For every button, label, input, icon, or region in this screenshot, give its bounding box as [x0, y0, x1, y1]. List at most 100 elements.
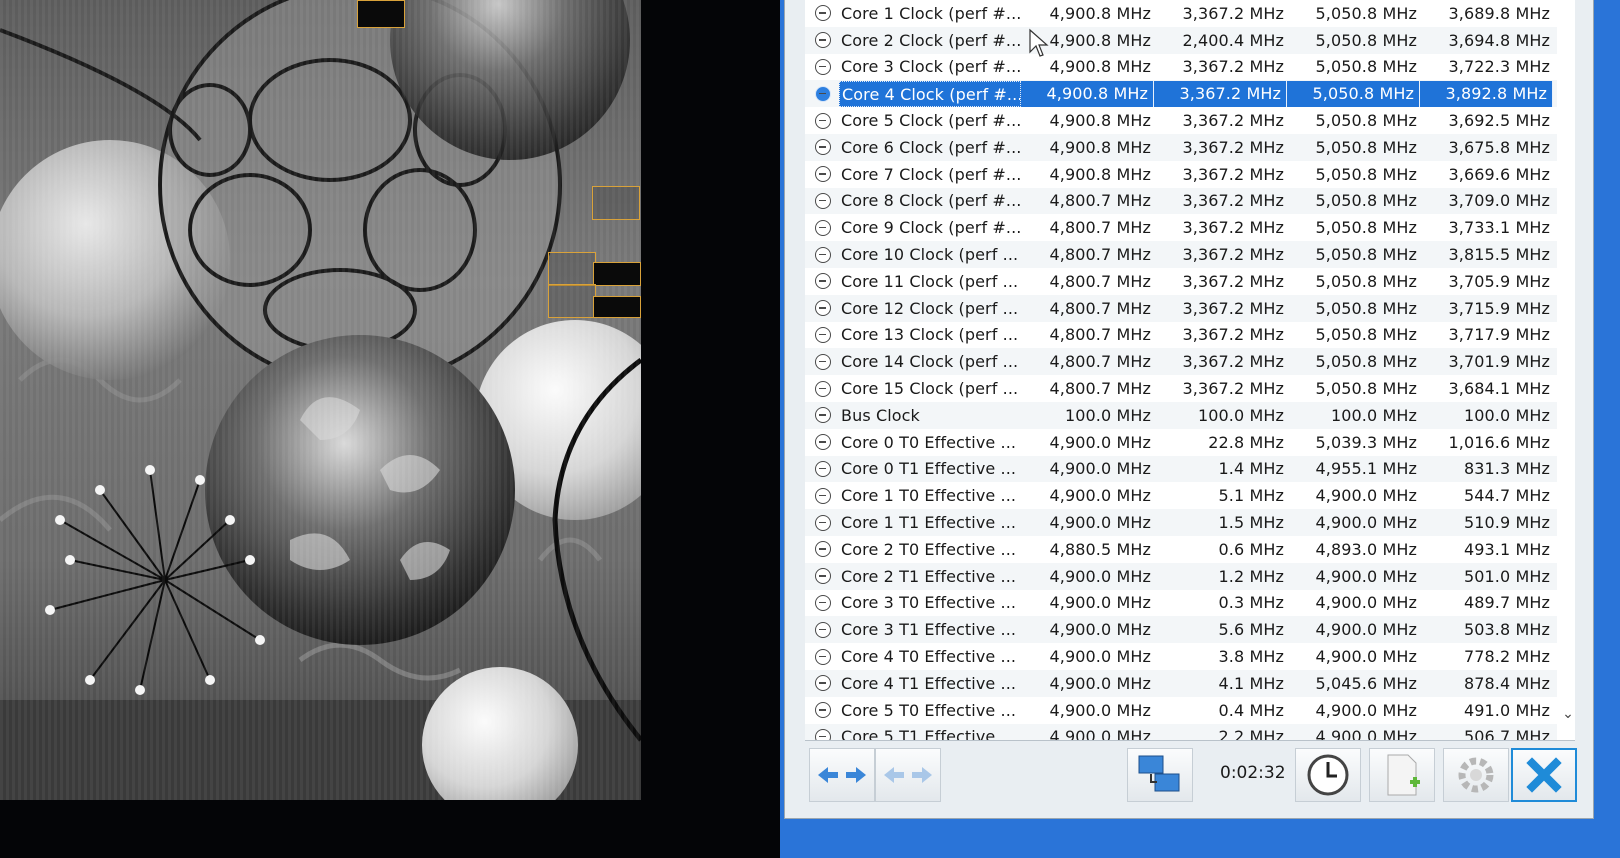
table-row[interactable]: Core 5 T0 Effective ... 4,900.0 MHz 0.4 MH… [805, 697, 1557, 724]
table-row[interactable]: Core 3 Clock (perf #... 4,900.8 MHz 3,367.… [805, 54, 1557, 81]
collapse-icon[interactable] [815, 568, 831, 585]
table-row[interactable]: Core 11 Clock (perf ... 4,800.7 MHz 3,367.… [805, 268, 1557, 295]
table-row[interactable]: Core 4 Clock (perf #... 4,900.8 MHz 3,367.… [805, 80, 1557, 108]
collapse-icon[interactable] [815, 85, 831, 102]
sensor-max-value: 5,050.8 MHz [1287, 80, 1420, 107]
sensor-avg-value: 3,722.3 MHz [1448, 57, 1550, 77]
collapse-icon[interactable] [815, 434, 831, 451]
table-row[interactable]: Core 15 Clock (perf ... 4,800.7 MHz 3,367.… [805, 375, 1557, 402]
collapse-icon[interactable] [815, 326, 831, 343]
table-row[interactable]: Core 3 T0 Effective ... 4,900.0 MHz 0.3 MH… [805, 590, 1557, 617]
sensor-max-value: 4,900.0 MHz [1315, 486, 1417, 506]
collapse-icon[interactable] [815, 219, 831, 236]
sensor-current-value: 4,900.0 MHz [1049, 673, 1151, 693]
sensor-max-value: 4,900.0 MHz [1315, 700, 1417, 720]
table-row[interactable]: Core 8 Clock (perf #... 4,800.7 MHz 3,367.… [805, 187, 1557, 215]
sensor-name: Core 2 T0 Effective ... [841, 539, 1017, 559]
sensor-avg-value: 3,675.8 MHz [1448, 137, 1550, 157]
table-row[interactable]: Bus Clock 100.0 MHz 100.0 MHz 100.0 MHz 100.… [805, 402, 1557, 429]
chevron-down-icon[interactable]: ⌄ [1561, 706, 1575, 722]
table-row[interactable]: Core 7 Clock (perf #... 4,900.8 MHz 3,367.… [805, 161, 1557, 188]
collapse-icon[interactable] [815, 728, 831, 740]
table-row[interactable]: Core 1 T0 Effective ... 4,900.0 MHz 5.1 MH… [805, 482, 1557, 509]
sensor-avg-value: 3,715.9 MHz [1448, 298, 1550, 318]
arrows-left-right-icon[interactable] [809, 748, 875, 802]
table-row[interactable]: Core 1 Clock (perf #... 4,900.8 MHz 3,367.… [805, 0, 1557, 27]
collapse-icon[interactable] [815, 139, 831, 156]
sensor-name: Core 3 T0 Effective ... [841, 593, 1017, 613]
collapse-icon[interactable] [815, 32, 831, 49]
sensor-avg-value: 3,689.8 MHz [1448, 3, 1550, 23]
collapse-icon[interactable] [815, 246, 831, 263]
table-row[interactable]: Core 0 T1 Effective ... 4,900.0 MHz 1.4 MH… [805, 455, 1557, 483]
sensor-name: Core 3 Clock (perf #... [841, 57, 1022, 77]
collapse-icon[interactable] [815, 460, 831, 477]
sensor-max-value: 4,900.0 MHz [1315, 566, 1417, 586]
sensor-min-value: 22.8 MHz [1208, 432, 1284, 452]
table-row[interactable]: Core 6 Clock (perf #... 4,900.8 MHz 3,367.… [805, 134, 1557, 161]
sensor-name: Core 8 Clock (perf #... [841, 191, 1022, 211]
table-row[interactable]: Core 4 T1 Effective ... 4,900.0 MHz 4.1 MH… [805, 670, 1557, 697]
sensor-current-value: 4,900.0 MHz [1049, 486, 1151, 506]
collapse-icon[interactable] [815, 273, 831, 290]
collapse-icon[interactable] [815, 621, 831, 638]
collapse-icon[interactable] [815, 300, 831, 317]
collapse-icon[interactable] [815, 192, 831, 209]
add-report-icon[interactable] [1369, 748, 1435, 802]
table-row[interactable]: Core 4 T0 Effective ... 4,900.0 MHz 3.8 MH… [805, 643, 1557, 670]
table-row[interactable]: Core 2 T0 Effective ... 4,880.5 MHz 0.6 MH… [805, 536, 1557, 563]
collapse-icon[interactable] [815, 648, 831, 665]
table-row[interactable]: Core 0 T0 Effective ... 4,900.0 MHz 22.8 M… [805, 429, 1557, 456]
collapse-icon[interactable] [815, 541, 831, 558]
collapse-icon[interactable] [815, 675, 831, 692]
sensor-table[interactable]: Core 1 Clock (perf #... 4,900.8 MHz 3,367.… [805, 0, 1575, 741]
render-preview [0, 0, 641, 800]
sensor-avg-value: 3,717.9 MHz [1448, 325, 1550, 345]
sensor-current-value: 4,900.0 MHz [1049, 593, 1151, 613]
table-row[interactable]: Core 10 Clock (perf ... 4,800.7 MHz 3,367.… [805, 241, 1557, 268]
collapse-icon[interactable] [815, 380, 831, 397]
sensor-name: Core 3 T1 Effective ... [841, 620, 1017, 640]
sensor-name: Core 6 Clock (perf #... [841, 137, 1022, 157]
sensor-current-value: 4,900.0 MHz [1049, 647, 1151, 667]
collapse-icon[interactable] [815, 353, 831, 370]
table-row[interactable]: Core 5 T1 Effective ... 4,900.0 MHz 2.2 MH… [805, 723, 1557, 740]
table-row[interactable]: Core 12 Clock (perf ... 4,800.7 MHz 3,367.… [805, 294, 1557, 322]
table-row[interactable]: Core 14 Clock (perf ... 4,800.7 MHz 3,367.… [805, 348, 1557, 376]
collapse-icon[interactable] [815, 594, 831, 611]
table-row[interactable]: Core 5 Clock (perf #... 4,900.8 MHz 3,367.… [805, 107, 1557, 134]
sensor-name: Core 7 Clock (perf #... [841, 164, 1022, 184]
sensor-max-value: 5,050.8 MHz [1315, 30, 1417, 50]
sensor-avg-value: 3,701.9 MHz [1448, 352, 1550, 372]
collapse-icon[interactable] [815, 487, 831, 504]
sensor-name: Core 5 Clock (perf #... [841, 111, 1022, 131]
table-row[interactable]: Core 2 Clock (perf #... 4,900.8 MHz 2,400.… [805, 26, 1557, 54]
sensor-min-value: 3,367.2 MHz [1182, 164, 1284, 184]
arrows-left-right-icon[interactable] [875, 748, 941, 802]
table-row[interactable]: Core 1 T1 Effective ... 4,900.0 MHz 1.5 MH… [805, 509, 1557, 536]
sensor-name: Core 4 Clock (perf #... [839, 80, 1021, 107]
collapse-icon[interactable] [815, 112, 831, 129]
close-button[interactable] [1511, 748, 1577, 802]
gear-icon[interactable] [1443, 748, 1509, 802]
collapse-icon[interactable] [815, 5, 831, 22]
collapse-icon[interactable] [815, 58, 831, 75]
sensor-min-value: 3,367.2 MHz [1182, 352, 1284, 372]
sensor-name: Core 1 T1 Effective ... [841, 513, 1017, 533]
clock-icon[interactable] [1295, 748, 1361, 802]
collapse-icon[interactable] [815, 407, 831, 424]
render-tile [548, 284, 596, 318]
sensor-max-value: 5,050.8 MHz [1315, 111, 1417, 131]
mouse-pointer-icon [1029, 28, 1049, 57]
collapse-icon[interactable] [815, 702, 831, 719]
sensor-avg-value: 3,709.0 MHz [1448, 191, 1550, 211]
table-row[interactable]: Core 3 T1 Effective ... 4,900.0 MHz 5.6 MH… [805, 616, 1557, 644]
sensor-min-value: 5.6 MHz [1218, 620, 1284, 640]
table-row[interactable]: Core 13 Clock (perf ... 4,800.7 MHz 3,367.… [805, 322, 1557, 349]
sensor-min-value: 3,367.2 MHz [1182, 137, 1284, 157]
collapse-icon[interactable] [815, 166, 831, 183]
collapse-icon[interactable] [815, 514, 831, 531]
network-monitors-icon[interactable] [1127, 748, 1193, 802]
table-row[interactable]: Core 2 T1 Effective ... 4,900.0 MHz 1.2 MH… [805, 562, 1557, 590]
table-row[interactable]: Core 9 Clock (perf #... 4,800.7 MHz 3,367.… [805, 214, 1557, 241]
